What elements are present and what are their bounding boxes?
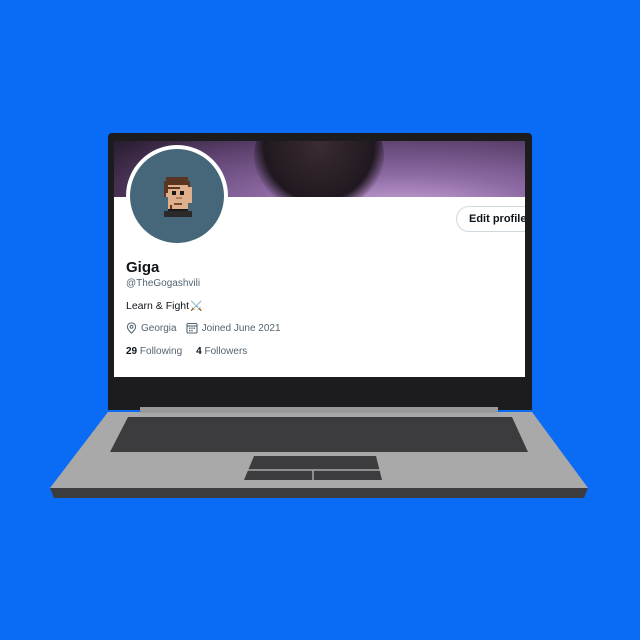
profile-bio: Learn & Fight ⚔️ (126, 300, 203, 312)
avatar-image (130, 149, 224, 243)
keyboard-area (110, 417, 528, 452)
laptop-illustration: Edit profile Giga @TheGogashvili Learn &… (0, 0, 640, 640)
avatar[interactable] (126, 145, 228, 247)
location-text: Georgia (141, 322, 177, 334)
profile-name: Giga (126, 259, 160, 276)
edit-profile-button[interactable]: Edit profile (456, 206, 525, 232)
calendar-icon (186, 322, 198, 334)
pixel-face-icon (164, 177, 192, 217)
following-link[interactable]: 29 Following (126, 346, 182, 357)
location-pin-icon (126, 322, 137, 334)
followers-label: Followers (204, 346, 248, 357)
profile-handle: @TheGogashvili (126, 278, 201, 289)
crossed-swords-emoji: ⚔️ (190, 300, 203, 312)
location-item: Georgia (126, 322, 177, 334)
laptop-screen: Edit profile Giga @TheGogashvili Learn &… (114, 141, 525, 377)
joined-text: Joined June 2021 (201, 322, 281, 334)
followers-count: 4 (196, 346, 202, 357)
profile-meta: Georgia Joined June 2021 (126, 322, 290, 334)
laptop-hinge (140, 407, 498, 413)
bio-text: Learn & Fight (126, 300, 190, 312)
follow-counts: 29 Following 4 Followers (126, 346, 261, 357)
following-label: Following (139, 346, 183, 357)
joined-item: Joined June 2021 (186, 322, 281, 334)
following-count: 29 (126, 346, 138, 357)
followers-link[interactable]: 4 Followers (196, 346, 247, 357)
